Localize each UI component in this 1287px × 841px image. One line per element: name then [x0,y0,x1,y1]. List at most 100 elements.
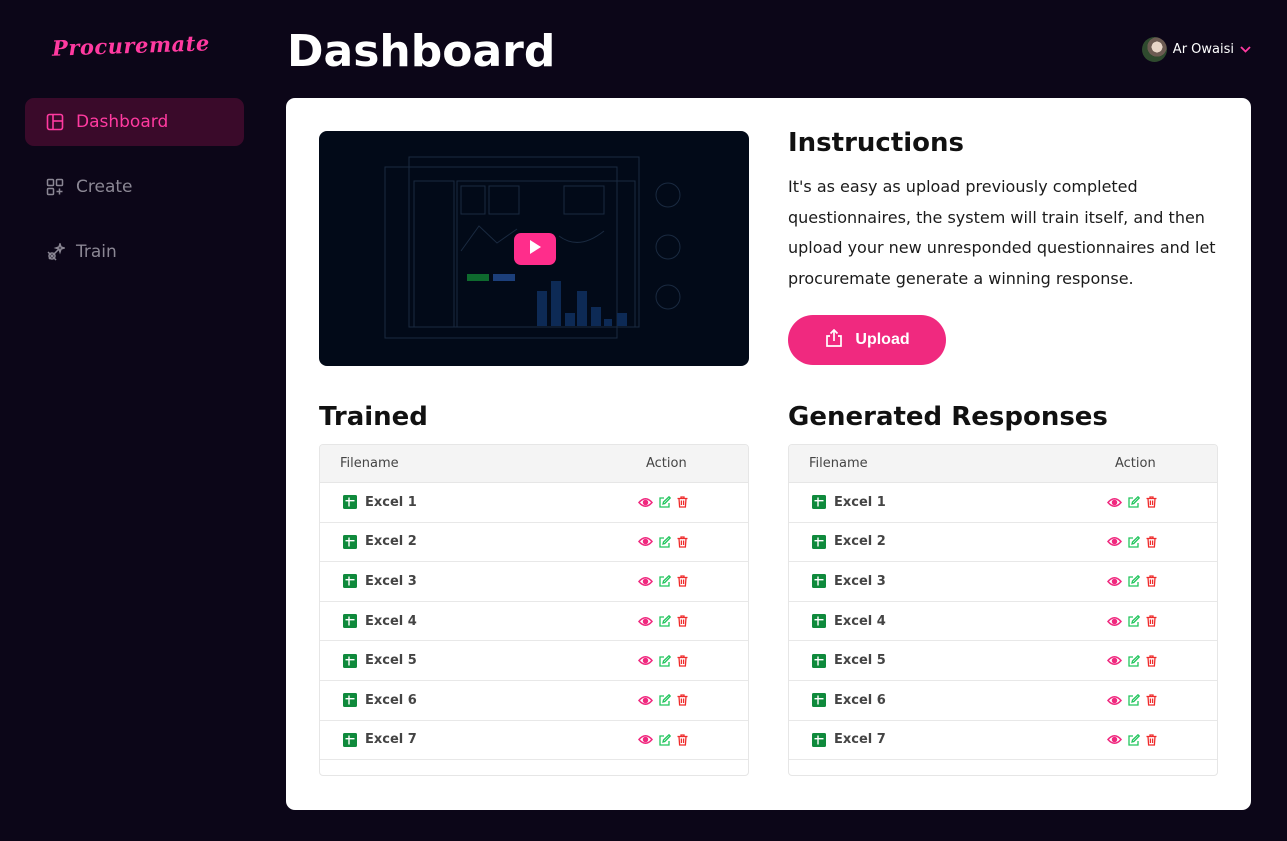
edit-icon[interactable] [1128,733,1140,746]
filename-text: Excel 1 [834,494,886,510]
delete-icon[interactable] [677,496,688,508]
upload-label: Upload [855,331,910,348]
filename-text: Excel 2 [834,534,886,550]
view-icon[interactable] [638,497,653,508]
sidebar-item-create[interactable]: Create [25,163,244,211]
filename-cell[interactable]: Excel 5 [320,653,632,668]
edit-icon[interactable] [659,575,671,588]
edit-icon[interactable] [1128,694,1140,706]
filename-text: Excel 1 [365,494,417,510]
edit-icon[interactable] [659,535,671,548]
delete-icon[interactable] [1146,536,1157,548]
view-icon[interactable] [638,576,653,587]
filename-cell[interactable]: Excel 1 [320,495,632,510]
view-icon[interactable] [1107,695,1122,706]
trained-rows: Excel 1 Excel 2 Excel 3 Excel 4 Excel 5 Excel… [320,483,748,761]
view-icon[interactable] [638,734,653,745]
generated-rows: Excel 1 Excel 2 Excel 3 Excel 4 Excel 5 Excel… [789,483,1217,761]
delete-icon[interactable] [1146,615,1157,627]
filename-text: Excel 5 [834,653,886,669]
delete-icon[interactable] [1146,655,1157,667]
filename-cell[interactable]: Excel 4 [320,614,632,629]
row-actions [632,496,748,508]
video-player[interactable] [319,131,749,366]
filename-cell[interactable]: Excel 2 [789,534,1101,549]
view-icon[interactable] [1107,616,1122,627]
filename-cell[interactable]: Excel 1 [789,495,1101,510]
row-actions [632,654,748,667]
spreadsheet-icon [812,574,826,589]
avatar [1141,37,1167,62]
instructions-title: Instructions [788,128,965,158]
generated-table: Filename Action Excel 1 Excel 2 Excel 3 Exc… [788,444,1218,776]
delete-icon[interactable] [1146,694,1157,706]
edit-icon[interactable] [659,496,671,508]
edit-icon[interactable] [1128,575,1140,588]
train-icon [45,242,65,262]
filename-cell[interactable]: Excel 3 [789,574,1101,589]
spreadsheet-icon [343,653,357,668]
delete-icon[interactable] [677,655,688,667]
view-icon[interactable] [1107,655,1122,666]
spreadsheet-icon [343,732,357,747]
view-icon[interactable] [638,695,653,706]
edit-icon[interactable] [659,733,671,746]
filename-cell[interactable]: Excel 2 [320,534,632,549]
edit-icon[interactable] [1128,535,1140,548]
spreadsheet-icon [343,495,357,510]
filename-cell[interactable]: Excel 5 [789,653,1101,668]
filename-cell[interactable]: Excel 6 [320,693,632,708]
play-button[interactable] [514,233,556,265]
view-icon[interactable] [1107,497,1122,508]
trained-table: Filename Action Excel 1 Excel 2 Excel 3 Exc… [319,444,749,776]
col-filename: Filename [809,456,868,471]
edit-icon[interactable] [659,694,671,706]
filename-cell[interactable]: Excel 6 [789,693,1101,708]
filename-cell[interactable]: Excel 7 [789,732,1101,747]
row-actions [632,694,748,706]
table-row: Excel 5 [320,641,748,681]
view-icon[interactable] [638,655,653,666]
view-icon[interactable] [1107,734,1122,745]
edit-icon[interactable] [1128,654,1140,667]
edit-icon[interactable] [659,654,671,667]
delete-icon[interactable] [677,734,688,746]
view-icon[interactable] [1107,576,1122,587]
edit-icon[interactable] [1128,615,1140,627]
filename-text: Excel 7 [365,732,417,748]
delete-icon[interactable] [1146,575,1157,588]
sidebar-item-dashboard[interactable]: Dashboard [25,98,244,146]
col-action: Action [1115,456,1156,471]
table-row: Excel 1 [789,483,1217,523]
spreadsheet-icon [343,693,357,708]
view-icon[interactable] [1107,536,1122,547]
sidebar-item-train[interactable]: Train [25,228,244,276]
view-icon[interactable] [638,536,653,547]
delete-icon[interactable] [677,615,688,627]
row-actions [1101,535,1217,548]
table-row: Excel 5 [789,641,1217,681]
row-actions [1101,733,1217,746]
filename-cell[interactable]: Excel 7 [320,732,632,747]
upload-button[interactable]: Upload [788,315,946,365]
table-row: Excel 1 [320,483,748,523]
delete-icon[interactable] [1146,734,1157,746]
view-icon[interactable] [638,616,653,627]
user-menu[interactable]: Ar Owaisi [1141,37,1251,62]
delete-icon[interactable] [1146,496,1157,508]
play-icon [528,239,542,259]
delete-icon[interactable] [677,694,688,706]
row-actions [632,575,748,588]
edit-icon[interactable] [1128,496,1140,508]
edit-icon[interactable] [659,615,671,627]
delete-icon[interactable] [677,536,688,548]
sidebar-item-label: Create [76,177,133,197]
filename-cell[interactable]: Excel 4 [789,614,1101,629]
filename-cell[interactable]: Excel 3 [320,574,632,589]
dashboard-icon [45,112,65,132]
trained-title: Trained [319,402,428,432]
spreadsheet-icon [812,693,826,708]
delete-icon[interactable] [677,575,688,588]
filename-text: Excel 4 [365,613,417,629]
row-actions [1101,575,1217,588]
